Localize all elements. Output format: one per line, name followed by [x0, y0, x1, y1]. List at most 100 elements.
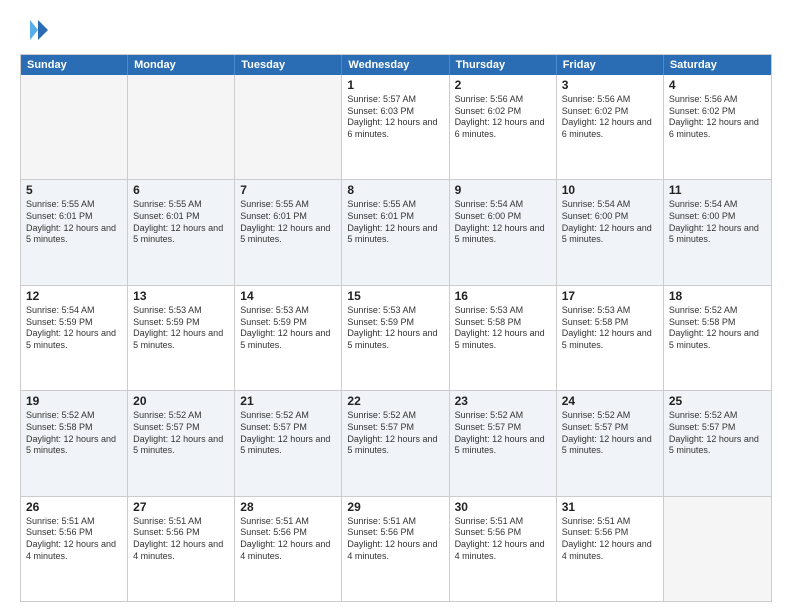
calendar-cell-3-0: 19Sunrise: 5:52 AM Sunset: 5:58 PM Dayli… [21, 391, 128, 495]
cell-info: Sunrise: 5:53 AM Sunset: 5:59 PM Dayligh… [347, 305, 443, 352]
calendar-cell-3-6: 25 Sunrise: 5:52 AM Sunset: 5:57 PM Dayli… [664, 391, 771, 495]
cell-info: Sunrise: 5:57 AM Sunset: 6:03 PM Dayligh… [347, 94, 443, 141]
calendar-cell-1-4: 9 Sunrise: 5:54 AM Sunset: 6:00 PM Daylig… [450, 180, 557, 284]
day-number: 21 [240, 394, 336, 408]
header-day-wednesday: Wednesday [342, 55, 449, 75]
cell-info: Sunrise: 5:51 AM Sunset: 5:56 PM Dayligh… [26, 516, 122, 563]
calendar-cell-0-0 [21, 75, 128, 179]
logo-icon [20, 16, 48, 44]
cell-info: Sunrise: 5:52 AM Sunset: 5:58 PM Dayligh… [26, 410, 122, 457]
calendar-row-1: 5 Sunrise: 5:55 AM Sunset: 6:01 PM Daylig… [21, 179, 771, 284]
header-day-monday: Monday [128, 55, 235, 75]
calendar-row-4: 26 Sunrise: 5:51 AM Sunset: 5:56 PM Dayli… [21, 496, 771, 601]
calendar-cell-1-0: 5 Sunrise: 5:55 AM Sunset: 6:01 PM Daylig… [21, 180, 128, 284]
cell-info: Sunrise: 5:51 AM Sunset: 5:56 PM Dayligh… [347, 516, 443, 563]
day-number: 24 [562, 394, 658, 408]
header-day-tuesday: Tuesday [235, 55, 342, 75]
day-number: 8 [347, 183, 443, 197]
calendar-cell-1-2: 7 Sunrise: 5:55 AM Sunset: 6:01 PM Daylig… [235, 180, 342, 284]
calendar-cell-1-1: 6 Sunrise: 5:55 AM Sunset: 6:01 PM Daylig… [128, 180, 235, 284]
header-day-thursday: Thursday [450, 55, 557, 75]
calendar-cell-2-1: 13 Sunrise: 5:53 AM Sunset: 5:59 PM Dayli… [128, 286, 235, 390]
day-number: 1 [347, 78, 443, 92]
day-number: 25 [669, 394, 766, 408]
calendar-cell-3-1: 20 Sunrise: 5:52 AM Sunset: 5:57 PM Dayli… [128, 391, 235, 495]
cell-info: Sunrise: 5:53 AM Sunset: 5:59 PM Dayligh… [133, 305, 229, 352]
cell-info: Sunrise: 5:52 AM Sunset: 5:58 PM Dayligh… [669, 305, 766, 352]
day-number: 4 [669, 78, 766, 92]
calendar-cell-4-3: 29Sunrise: 5:51 AM Sunset: 5:56 PM Dayli… [342, 497, 449, 601]
cell-info: Sunrise: 5:52 AM Sunset: 5:57 PM Dayligh… [133, 410, 229, 457]
day-number: 15 [347, 289, 443, 303]
day-number: 17 [562, 289, 658, 303]
cell-info: Sunrise: 5:53 AM Sunset: 5:59 PM Dayligh… [240, 305, 336, 352]
calendar-cell-0-5: 3 Sunrise: 5:56 AM Sunset: 6:02 PM Daylig… [557, 75, 664, 179]
calendar-row-3: 19Sunrise: 5:52 AM Sunset: 5:58 PM Dayli… [21, 390, 771, 495]
cell-info: Sunrise: 5:55 AM Sunset: 6:01 PM Dayligh… [347, 199, 443, 246]
calendar-cell-3-2: 21 Sunrise: 5:52 AM Sunset: 5:57 PM Dayli… [235, 391, 342, 495]
calendar-cell-1-6: 11 Sunrise: 5:54 AM Sunset: 6:00 PM Dayli… [664, 180, 771, 284]
cell-info: Sunrise: 5:52 AM Sunset: 5:57 PM Dayligh… [240, 410, 336, 457]
calendar-cell-0-2 [235, 75, 342, 179]
cell-info: Sunrise: 5:51 AM Sunset: 5:56 PM Dayligh… [240, 516, 336, 563]
cell-info: Sunrise: 5:56 AM Sunset: 6:02 PM Dayligh… [562, 94, 658, 141]
day-number: 12 [26, 289, 122, 303]
calendar-cell-4-6 [664, 497, 771, 601]
calendar-cell-3-4: 23 Sunrise: 5:52 AM Sunset: 5:57 PM Dayli… [450, 391, 557, 495]
cell-info: Sunrise: 5:56 AM Sunset: 6:02 PM Dayligh… [455, 94, 551, 141]
calendar-cell-2-0: 12 Sunrise: 5:54 AM Sunset: 5:59 PM Dayli… [21, 286, 128, 390]
cell-info: Sunrise: 5:54 AM Sunset: 6:00 PM Dayligh… [669, 199, 766, 246]
calendar-cell-2-2: 14 Sunrise: 5:53 AM Sunset: 5:59 PM Dayli… [235, 286, 342, 390]
calendar-header: SundayMondayTuesdayWednesdayThursdayFrid… [21, 55, 771, 75]
cell-info: Sunrise: 5:52 AM Sunset: 5:57 PM Dayligh… [669, 410, 766, 457]
day-number: 18 [669, 289, 766, 303]
cell-info: Sunrise: 5:51 AM Sunset: 5:56 PM Dayligh… [133, 516, 229, 563]
calendar-cell-0-3: 1 Sunrise: 5:57 AM Sunset: 6:03 PM Daylig… [342, 75, 449, 179]
cell-info: Sunrise: 5:55 AM Sunset: 6:01 PM Dayligh… [26, 199, 122, 246]
cell-info: Sunrise: 5:54 AM Sunset: 5:59 PM Dayligh… [26, 305, 122, 352]
header-day-saturday: Saturday [664, 55, 771, 75]
day-number: 7 [240, 183, 336, 197]
day-number: 14 [240, 289, 336, 303]
day-number: 2 [455, 78, 551, 92]
day-number: 13 [133, 289, 229, 303]
calendar-cell-2-3: 15 Sunrise: 5:53 AM Sunset: 5:59 PM Dayli… [342, 286, 449, 390]
cell-info: Sunrise: 5:53 AM Sunset: 5:58 PM Dayligh… [455, 305, 551, 352]
calendar-cell-1-3: 8 Sunrise: 5:55 AM Sunset: 6:01 PM Daylig… [342, 180, 449, 284]
calendar-cell-3-3: 22 Sunrise: 5:52 AM Sunset: 5:57 PM Dayli… [342, 391, 449, 495]
calendar-cell-2-5: 17 Sunrise: 5:53 AM Sunset: 5:58 PM Dayli… [557, 286, 664, 390]
cell-info: Sunrise: 5:55 AM Sunset: 6:01 PM Dayligh… [240, 199, 336, 246]
calendar-cell-0-1 [128, 75, 235, 179]
day-number: 5 [26, 183, 122, 197]
day-number: 22 [347, 394, 443, 408]
calendar-cell-4-5: 31Sunrise: 5:51 AM Sunset: 5:56 PM Dayli… [557, 497, 664, 601]
cell-info: Sunrise: 5:53 AM Sunset: 5:58 PM Dayligh… [562, 305, 658, 352]
header [20, 16, 772, 44]
cell-info: Sunrise: 5:56 AM Sunset: 6:02 PM Dayligh… [669, 94, 766, 141]
calendar-cell-4-1: 27Sunrise: 5:51 AM Sunset: 5:56 PM Dayli… [128, 497, 235, 601]
day-number: 3 [562, 78, 658, 92]
cell-info: Sunrise: 5:52 AM Sunset: 5:57 PM Dayligh… [562, 410, 658, 457]
calendar-cell-1-5: 10 Sunrise: 5:54 AM Sunset: 6:00 PM Dayli… [557, 180, 664, 284]
day-number: 6 [133, 183, 229, 197]
calendar-cell-0-6: 4 Sunrise: 5:56 AM Sunset: 6:02 PM Daylig… [664, 75, 771, 179]
calendar-cell-2-4: 16Sunrise: 5:53 AM Sunset: 5:58 PM Dayli… [450, 286, 557, 390]
cell-info: Sunrise: 5:54 AM Sunset: 6:00 PM Dayligh… [455, 199, 551, 246]
calendar-cell-4-2: 28 Sunrise: 5:51 AM Sunset: 5:56 PM Dayli… [235, 497, 342, 601]
cell-info: Sunrise: 5:52 AM Sunset: 5:57 PM Dayligh… [347, 410, 443, 457]
day-number: 26 [26, 500, 122, 514]
day-number: 9 [455, 183, 551, 197]
day-number: 11 [669, 183, 766, 197]
logo [20, 16, 52, 44]
day-number: 23 [455, 394, 551, 408]
cell-info: Sunrise: 5:54 AM Sunset: 6:00 PM Dayligh… [562, 199, 658, 246]
cell-info: Sunrise: 5:52 AM Sunset: 5:57 PM Dayligh… [455, 410, 551, 457]
cell-info: Sunrise: 5:51 AM Sunset: 5:56 PM Dayligh… [455, 516, 551, 563]
day-number: 28 [240, 500, 336, 514]
day-number: 20 [133, 394, 229, 408]
cell-info: Sunrise: 5:55 AM Sunset: 6:01 PM Dayligh… [133, 199, 229, 246]
header-day-sunday: Sunday [21, 55, 128, 75]
day-number: 10 [562, 183, 658, 197]
calendar-row-2: 12 Sunrise: 5:54 AM Sunset: 5:59 PM Dayli… [21, 285, 771, 390]
calendar-row-0: 1 Sunrise: 5:57 AM Sunset: 6:03 PM Daylig… [21, 75, 771, 179]
